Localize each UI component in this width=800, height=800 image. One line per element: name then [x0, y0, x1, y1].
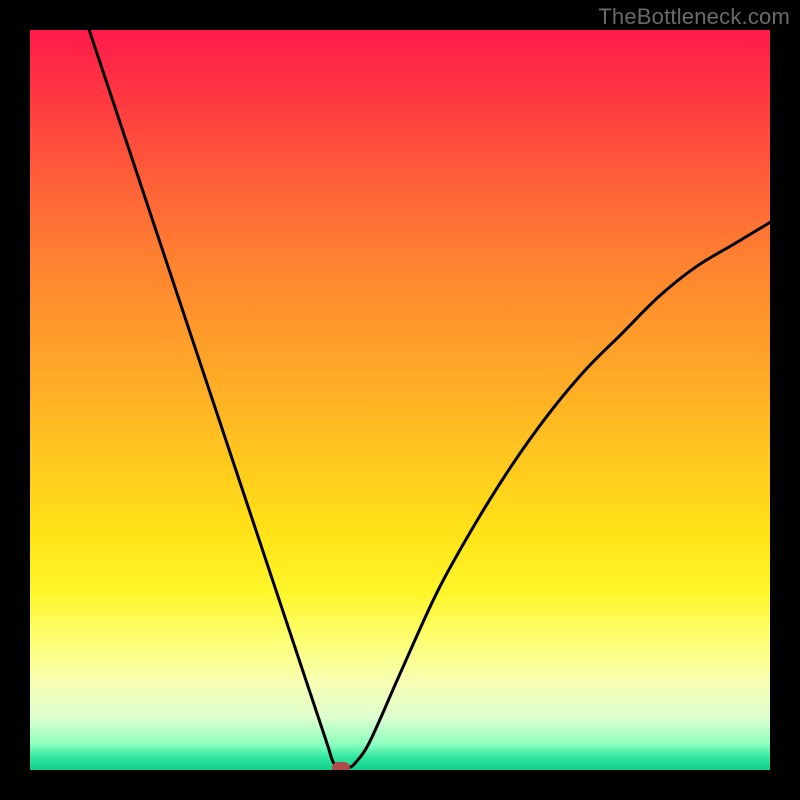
- watermark-text: TheBottleneck.com: [598, 4, 790, 30]
- chart-frame: TheBottleneck.com: [0, 0, 800, 800]
- plot-area: [30, 30, 770, 770]
- curve-path: [89, 30, 770, 768]
- minimum-marker: [332, 762, 350, 770]
- bottleneck-curve: [30, 30, 770, 770]
